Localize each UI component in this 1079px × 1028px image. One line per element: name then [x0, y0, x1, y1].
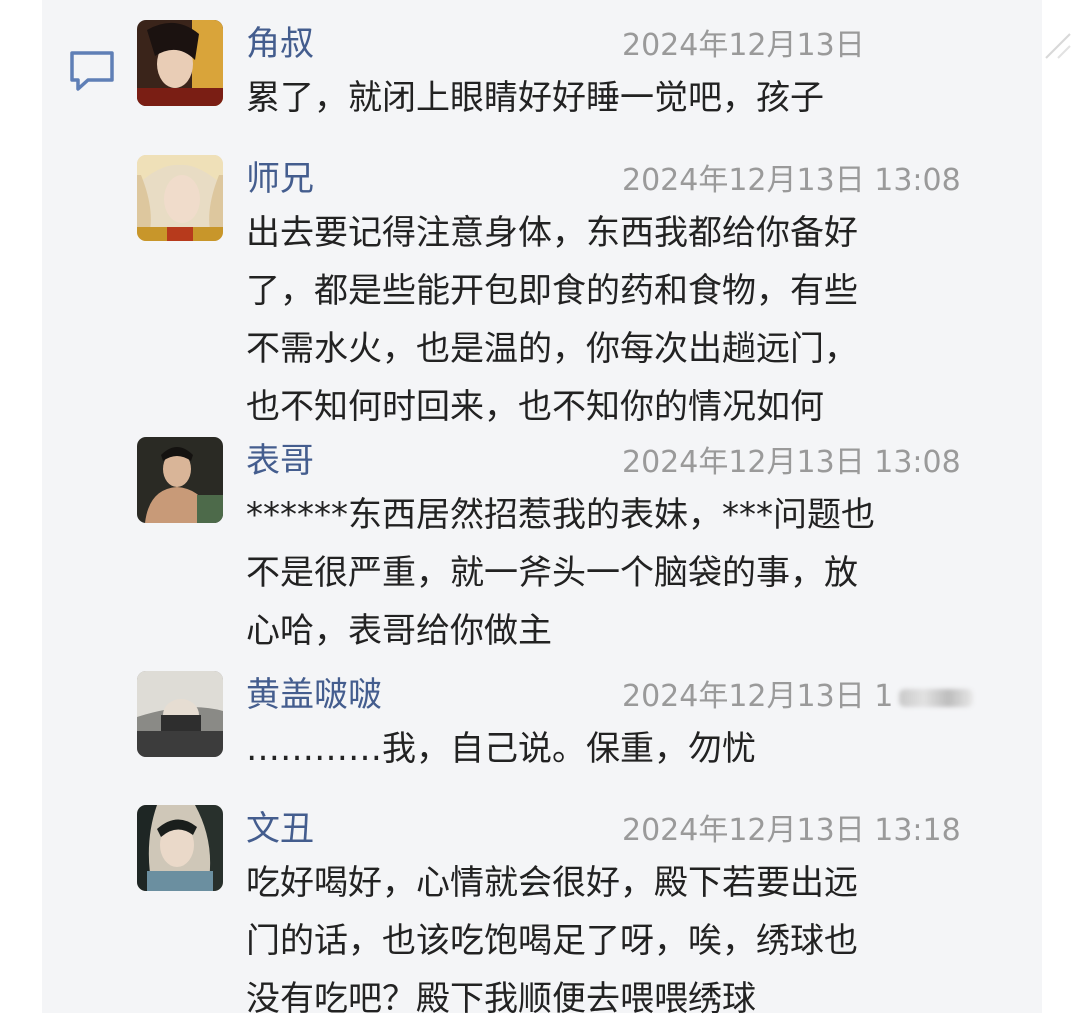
- comment-timestamp: 2024年12月13日 13:08: [622, 163, 961, 198]
- avatar[interactable]: [137, 671, 223, 757]
- avatar[interactable]: [137, 805, 223, 891]
- commenter-name[interactable]: 黄盖啵啵: [246, 673, 382, 717]
- avatar[interactable]: [137, 20, 223, 106]
- avatar[interactable]: [137, 155, 223, 241]
- commenter-name[interactable]: 表哥: [246, 439, 314, 483]
- corner-decoration-icon: [1040, 28, 1076, 64]
- comment-bubble-icon[interactable]: [68, 50, 116, 92]
- blurred-region: [899, 688, 974, 707]
- comment-text: 出去要记得注意身体，东西我都给你备好 了，都是些能开包即食的药和食物，有些 不需…: [246, 213, 858, 427]
- comment-timestamp: 2024年12月13日 1: [622, 675, 974, 719]
- comment-timestamp: 2024年12月13日: [622, 28, 865, 63]
- comment-timestamp: 2024年12月13日 13:18: [622, 813, 961, 848]
- commenter-name[interactable]: 师兄: [246, 157, 314, 201]
- commenter-name[interactable]: 文丑: [246, 807, 314, 851]
- avatar[interactable]: [137, 437, 223, 523]
- timestamp-text: 2024年12月13日 1: [622, 679, 894, 714]
- comment-text: ******东西居然招惹我的表妹，***问题也 不是很严重，就一斧头一个脑袋的事…: [246, 495, 875, 651]
- comment-text: 吃好喝好，心情就会很好，殿下若要出远 门的话，也该吃饱喝足了呀，唉，绣球也 没有…: [246, 863, 858, 1019]
- comment-text: …………我，自己说。保重，勿忧: [246, 729, 756, 769]
- comment-text: 累了，就闭上眼睛好好睡一觉吧，孩子: [246, 78, 824, 118]
- commenter-name[interactable]: 角叔: [246, 22, 314, 66]
- comment-timestamp: 2024年12月13日 13:08: [622, 445, 961, 480]
